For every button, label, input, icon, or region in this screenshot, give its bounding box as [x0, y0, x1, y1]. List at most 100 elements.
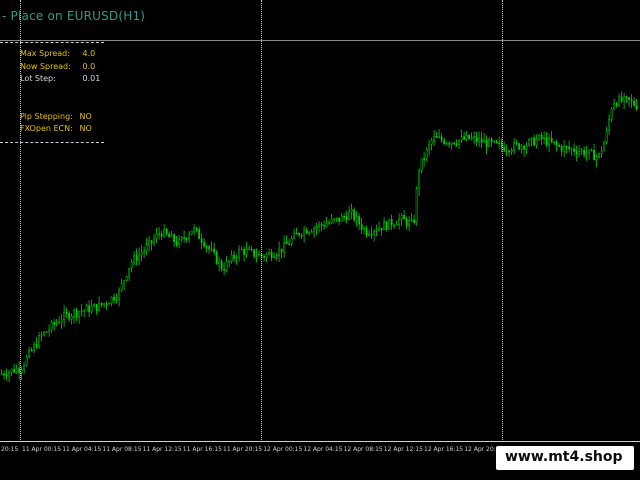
candle: [433, 129, 436, 146]
candle: [243, 246, 246, 262]
candle-body: [525, 145, 528, 150]
candle: [583, 146, 586, 159]
candle-body: [600, 150, 603, 154]
candle: [508, 149, 511, 157]
candle: [200, 232, 203, 250]
candle: [190, 230, 193, 235]
candle: [603, 140, 606, 152]
candle-body: [270, 252, 273, 258]
candle-body: [315, 226, 318, 229]
candle-body: [310, 231, 313, 233]
candle: [303, 225, 306, 243]
candle-body: [173, 234, 176, 242]
candle-body: [5, 375, 8, 377]
candle: [463, 131, 466, 141]
candle-body: [248, 248, 251, 251]
candle-body: [385, 221, 388, 230]
candle: [203, 238, 206, 249]
candle: [635, 98, 638, 111]
candle: [633, 97, 636, 108]
candle: [78, 310, 81, 325]
candle-body: [400, 215, 403, 220]
candle-body: [155, 233, 158, 240]
candle: [593, 144, 596, 161]
candle-body: [383, 221, 386, 231]
candle: [50, 319, 53, 334]
watermark-text: www.mt4.shop: [505, 449, 623, 465]
candle-body: [448, 142, 451, 145]
candle: [445, 141, 448, 145]
candle: [135, 248, 138, 266]
candle: [358, 213, 361, 231]
pip-stepping-row: Pip Stepping: NO: [20, 112, 92, 121]
candle: [255, 248, 258, 263]
candle-body: [425, 149, 428, 160]
candle: [13, 363, 16, 374]
candle-body: [140, 252, 143, 255]
candle: [343, 212, 346, 222]
candle-body: [125, 276, 128, 281]
candle: [93, 303, 96, 307]
candle: [410, 212, 413, 223]
candle-body: [208, 246, 211, 250]
candle-body: [105, 303, 108, 305]
candle: [573, 143, 576, 156]
candle-body: [158, 233, 161, 236]
candle-body: [370, 233, 373, 236]
candle: [143, 246, 146, 259]
candle-body: [495, 140, 498, 144]
candle: [75, 307, 78, 321]
candle: [323, 220, 326, 230]
lot-step-row: Lot Step: 0.01: [20, 74, 100, 83]
candle-body: [343, 216, 346, 218]
candle-body: [515, 142, 518, 144]
candle-body: [573, 148, 576, 152]
candle: [300, 233, 303, 240]
candle: [565, 145, 568, 154]
candle: [460, 129, 463, 144]
candle: [168, 231, 171, 238]
candle: [515, 139, 518, 146]
candle-body: [193, 227, 196, 232]
candle-body: [265, 253, 268, 258]
candle-body: [10, 368, 13, 373]
candle: [88, 300, 91, 318]
candle-body: [608, 119, 611, 131]
candle-body: [268, 252, 271, 255]
candle-body: [75, 310, 78, 317]
candle-body: [108, 303, 111, 305]
candle-body: [523, 145, 526, 150]
time-axis-tick: 11 Apr 16:15: [182, 446, 222, 453]
candle: [435, 131, 438, 138]
candle-body: [183, 237, 186, 239]
candle: [5, 368, 8, 381]
candle: [295, 227, 298, 235]
candle-body: [3, 373, 6, 376]
candle: [448, 141, 451, 149]
candle: [133, 251, 136, 266]
candle-body: [180, 237, 183, 240]
candle: [90, 299, 93, 314]
candle-body: [28, 349, 31, 358]
candle-body: [320, 223, 323, 226]
candle: [245, 242, 248, 258]
candle: [40, 331, 43, 342]
candle-body: [458, 139, 461, 145]
candle: [328, 219, 331, 226]
candle: [513, 138, 516, 155]
candle: [418, 168, 421, 197]
candle: [543, 131, 546, 145]
candle-body: [630, 99, 633, 102]
now-spread-label: Now Spread:: [20, 62, 71, 71]
candle-body: [293, 233, 296, 239]
candle-body: [323, 224, 326, 227]
candle-body: [148, 240, 151, 246]
candle: [123, 279, 126, 291]
candle: [188, 231, 191, 243]
candle: [498, 136, 501, 150]
candle: [475, 131, 478, 146]
candle: [363, 226, 366, 235]
time-axis-tick: 12 Apr 16:15: [424, 446, 464, 453]
candle: [615, 101, 618, 108]
candle: [510, 147, 513, 156]
